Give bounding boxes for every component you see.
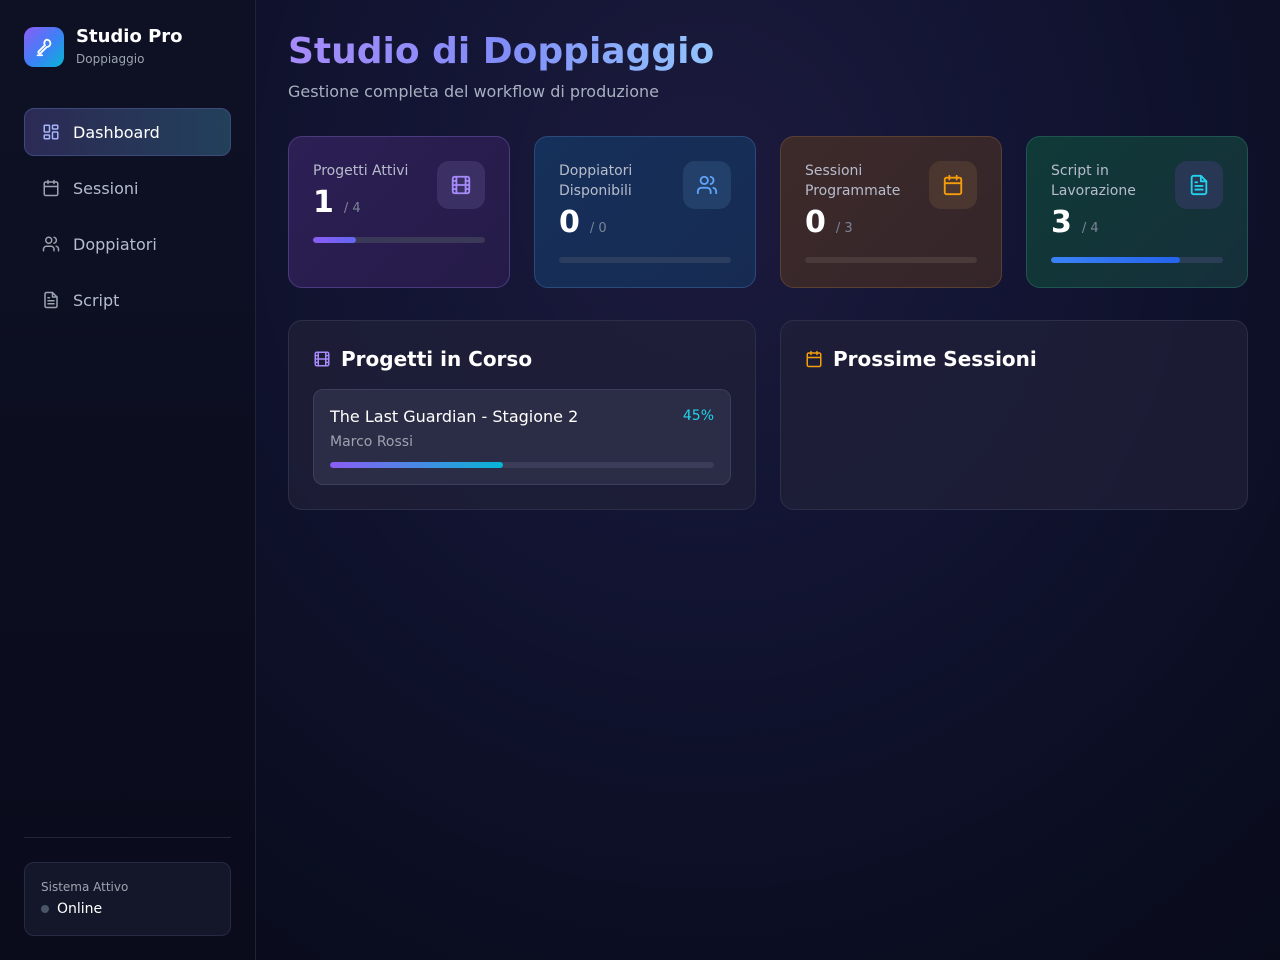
stat-progress-bar (805, 257, 977, 263)
system-status-card: Sistema Attivo Online (24, 862, 231, 936)
stat-value: 1 (313, 185, 334, 220)
page-subtitle: Gestione completa del workflow di produz… (288, 82, 659, 101)
project-progress-fill (330, 462, 503, 468)
brand-title: Studio Pro (76, 26, 183, 47)
film-icon (437, 161, 485, 209)
main-content: Studio di Doppiaggio Gestione completa d… (256, 0, 1280, 960)
stat-value: 0 (805, 205, 826, 240)
page-title: Studio di Doppiaggio (288, 31, 715, 72)
system-status-label: Sistema Attivo (41, 880, 129, 894)
stat-card-sessioni-programmate[interactable]: Sessioni Programmate 0 / 3 (780, 136, 1002, 288)
stat-label: Sessioni Programmate (805, 163, 901, 199)
stat-progress-bar (559, 257, 731, 263)
stat-label: Doppiatori Disponibili (559, 163, 633, 199)
calendar-icon (41, 178, 61, 198)
stat-total: / 3 (835, 221, 853, 236)
document-icon (1175, 161, 1223, 209)
sidebar-item-label: Doppiatori (73, 234, 157, 254)
panel-title: Prossime Sessioni (833, 347, 1037, 371)
stat-progress-fill (313, 237, 356, 243)
stat-progress-bar (313, 237, 485, 243)
sidebar-item-script[interactable]: Script (24, 276, 231, 324)
stat-total: / 4 (1081, 221, 1099, 236)
stat-value: 0 (559, 205, 580, 240)
users-icon (41, 234, 61, 254)
sidebar-item-label: Dashboard (73, 122, 160, 142)
stat-total: / 4 (343, 201, 361, 216)
stat-card-progetti-attivi[interactable]: Progetti Attivi 1 / 4 (288, 136, 510, 288)
sidebar-item-label: Sessioni (73, 178, 139, 198)
sidebar: Studio Pro Doppiaggio Dashboard Sessioni… (0, 0, 256, 960)
project-progress-label: 45% (682, 408, 714, 424)
brand[interactable]: Studio Pro Doppiaggio (24, 26, 183, 68)
stat-value: 3 (1051, 205, 1072, 240)
document-icon (41, 290, 61, 310)
projects-panel: Progetti in Corso The Last Guardian - St… (288, 320, 756, 510)
film-icon (313, 349, 333, 369)
panel-title: Progetti in Corso (341, 347, 533, 371)
calendar-icon (929, 161, 977, 209)
stat-progress-bar (1051, 257, 1223, 263)
project-name: The Last Guardian - Stagione 2 (330, 407, 579, 426)
brand-subtitle: Doppiaggio (76, 52, 145, 66)
sidebar-item-dashboard[interactable]: Dashboard (24, 108, 231, 156)
stat-label: Script in Lavorazione (1051, 163, 1136, 199)
project-item[interactable]: The Last Guardian - Stagione 2 45% Marco… (313, 389, 731, 485)
sidebar-nav: Dashboard Sessioni Doppiatori Script (24, 108, 231, 332)
stat-label: Progetti Attivi (313, 163, 409, 179)
project-owner: Marco Rossi (330, 434, 413, 450)
stat-progress-fill (1051, 257, 1180, 263)
sidebar-item-doppiatori[interactable]: Doppiatori (24, 220, 231, 268)
stat-card-script-in-lavorazione[interactable]: Script in Lavorazione 3 / 4 (1026, 136, 1248, 288)
stat-total: / 0 (589, 221, 607, 236)
microphone-icon (24, 27, 64, 67)
sidebar-divider (24, 837, 231, 838)
project-progress-bar (330, 462, 714, 468)
app-root: Studio Pro Doppiaggio Dashboard Sessioni… (0, 0, 1280, 960)
system-status-value: Online (57, 901, 103, 917)
grid-icon (41, 122, 61, 142)
stat-card-doppiatori-disponibili[interactable]: Doppiatori Disponibili 0 / 0 (534, 136, 756, 288)
status-dot-icon (41, 905, 49, 913)
sidebar-item-label: Script (73, 290, 120, 310)
sidebar-item-sessioni[interactable]: Sessioni (24, 164, 231, 212)
sessions-panel: Prossime Sessioni (780, 320, 1248, 510)
calendar-icon (805, 349, 825, 369)
users-icon (683, 161, 731, 209)
